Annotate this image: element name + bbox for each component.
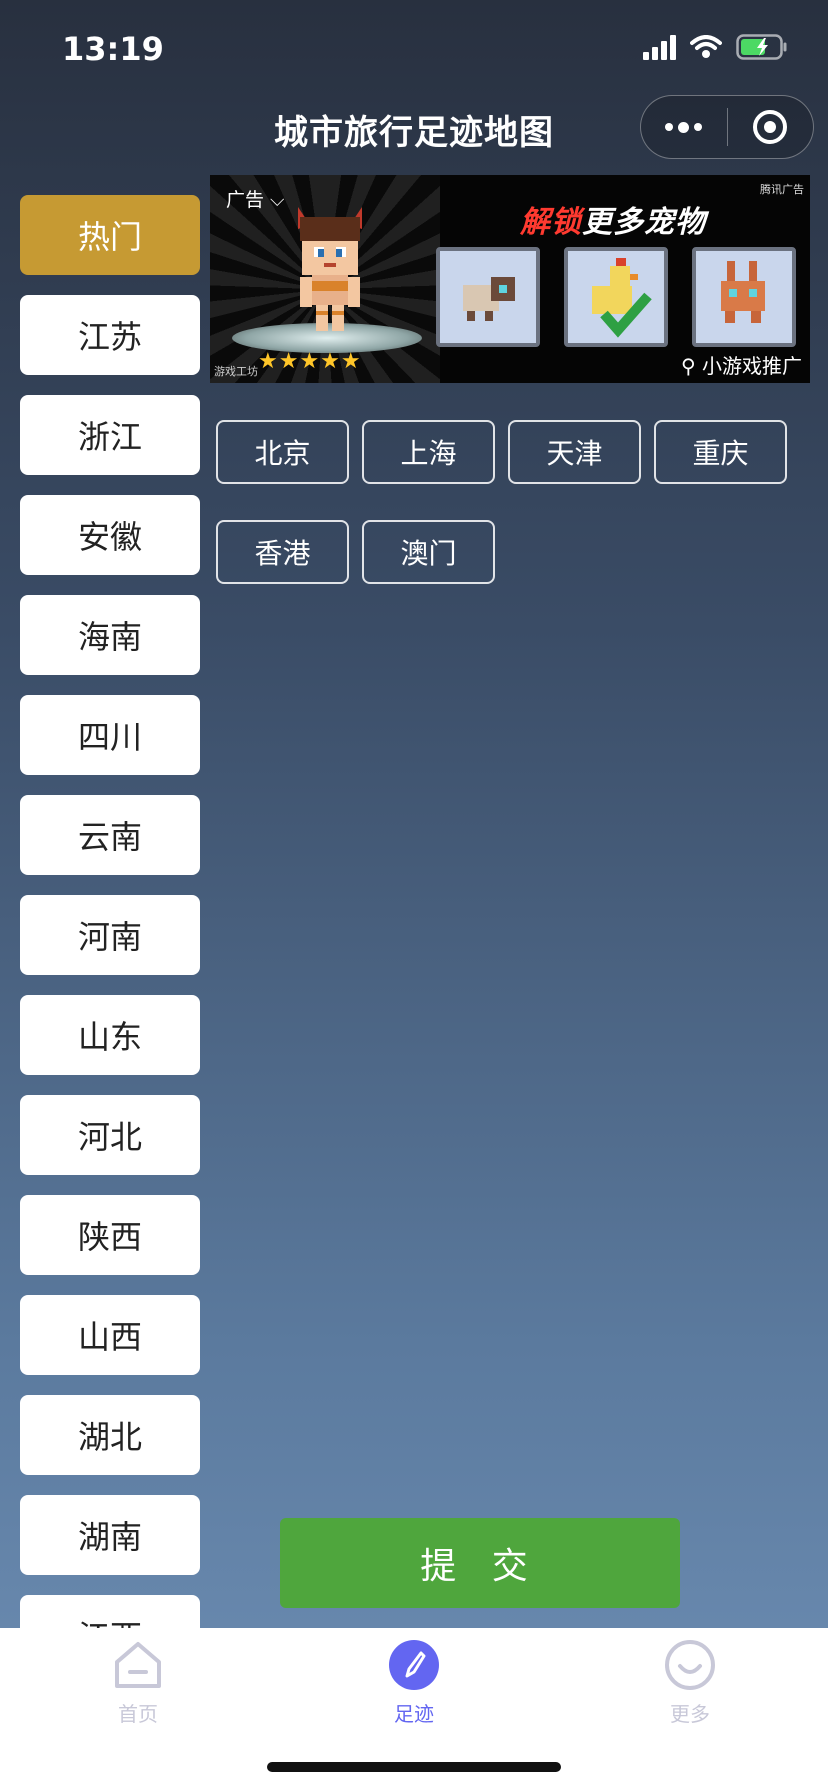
more-dot-icon [678, 121, 690, 133]
rating-stars-icon: ★★★★★ [258, 349, 362, 374]
tab-footprint[interactable]: 足迹 [344, 1638, 484, 1727]
tab-footprint-label: 足迹 [394, 1702, 434, 1726]
status-bar: 13:19 [0, 0, 828, 100]
cellular-signal-icon [643, 34, 676, 60]
pet-dog-icon [436, 247, 540, 347]
ad-brand: 腾讯广告 [760, 183, 804, 196]
sidebar-item-shaanxi[interactable]: 陕西 [20, 1195, 200, 1275]
ad-promo-label: ⚲ 小游戏推广 [681, 350, 802, 379]
smile-icon [665, 1640, 715, 1690]
link-icon: ⚲ [680, 354, 696, 378]
ad-headline: 解锁更多宠物 [520, 197, 706, 241]
sidebar-item-sichuan[interactable]: 四川 [20, 695, 200, 775]
submit-button[interactable]: 提 交 [280, 1518, 680, 1608]
sidebar-item-jiangsu[interactable]: 江苏 [20, 295, 200, 375]
sidebar-item-hebei[interactable]: 河北 [20, 1095, 200, 1175]
tab-home-label: 首页 [118, 1702, 158, 1726]
city-row: 香港 澳门 [216, 520, 816, 584]
city-button-hongkong[interactable]: 香港 [216, 520, 349, 584]
city-button-beijing[interactable]: 北京 [216, 420, 349, 484]
wifi-icon [690, 35, 722, 59]
target-icon [753, 110, 788, 144]
ad-label[interactable]: 广告 ⌵ [226, 185, 284, 212]
tab-more[interactable]: 更多 [620, 1638, 760, 1727]
sidebar-item-shandong[interactable]: 山东 [20, 995, 200, 1075]
status-icons [643, 34, 788, 60]
sidebar-item-hubei[interactable]: 湖北 [20, 1395, 200, 1475]
city-button-tianjin[interactable]: 天津 [508, 420, 641, 484]
ad-headline-white: 更多宠物 [582, 205, 706, 240]
tab-home[interactable]: 首页 [68, 1638, 208, 1727]
compass-icon [389, 1640, 439, 1690]
mini-program-capsule [640, 95, 814, 159]
sidebar-item-jiangxi[interactable]: 江西 [20, 1595, 200, 1628]
ad-headline-red: 解锁 [520, 205, 582, 240]
province-sidebar: 热门 江苏 浙江 安徽 海南 四川 云南 河南 山东 河北 陕西 山西 湖北 湖… [20, 195, 200, 1628]
status-time: 13:19 [62, 30, 164, 68]
city-row: 北京 上海 天津 重庆 [216, 420, 816, 484]
sidebar-item-henan[interactable]: 河南 [20, 895, 200, 975]
more-dot-icon [694, 123, 703, 131]
ad-banner[interactable]: ★★★★★ 广告 ⌵ 腾讯广告 解锁更多宠物 游戏工坊 ⚲ 小游戏推广 [210, 175, 810, 383]
city-button-shanghai[interactable]: 上海 [362, 420, 495, 484]
ad-promo-text: 小游戏推广 [702, 354, 802, 378]
pet-rabbit-icon [692, 247, 796, 347]
sidebar-item-hot[interactable]: 热门 [20, 195, 200, 275]
city-grid: 北京 上海 天津 重庆 香港 澳门 [216, 420, 816, 620]
close-mini-program-button[interactable] [728, 96, 814, 158]
pet-chicken-icon [564, 247, 668, 347]
sidebar-item-hainan[interactable]: 海南 [20, 595, 200, 675]
sidebar-item-shanxi[interactable]: 山西 [20, 1295, 200, 1375]
game-character-icon [298, 207, 362, 331]
sidebar-item-zhejiang[interactable]: 浙江 [20, 395, 200, 475]
city-button-chongqing[interactable]: 重庆 [654, 420, 787, 484]
ad-studio-logo: 游戏工坊 [214, 365, 258, 378]
more-dot-icon [665, 123, 674, 131]
home-indicator[interactable] [267, 1762, 561, 1772]
city-button-macau[interactable]: 澳门 [362, 520, 495, 584]
home-icon [115, 1642, 161, 1688]
sidebar-item-hunan[interactable]: 湖南 [20, 1495, 200, 1575]
tab-more-label: 更多 [670, 1702, 710, 1726]
battery-icon [736, 34, 788, 60]
sidebar-item-anhui[interactable]: 安徽 [20, 495, 200, 575]
more-options-button[interactable] [641, 96, 727, 158]
sidebar-item-yunnan[interactable]: 云南 [20, 795, 200, 875]
